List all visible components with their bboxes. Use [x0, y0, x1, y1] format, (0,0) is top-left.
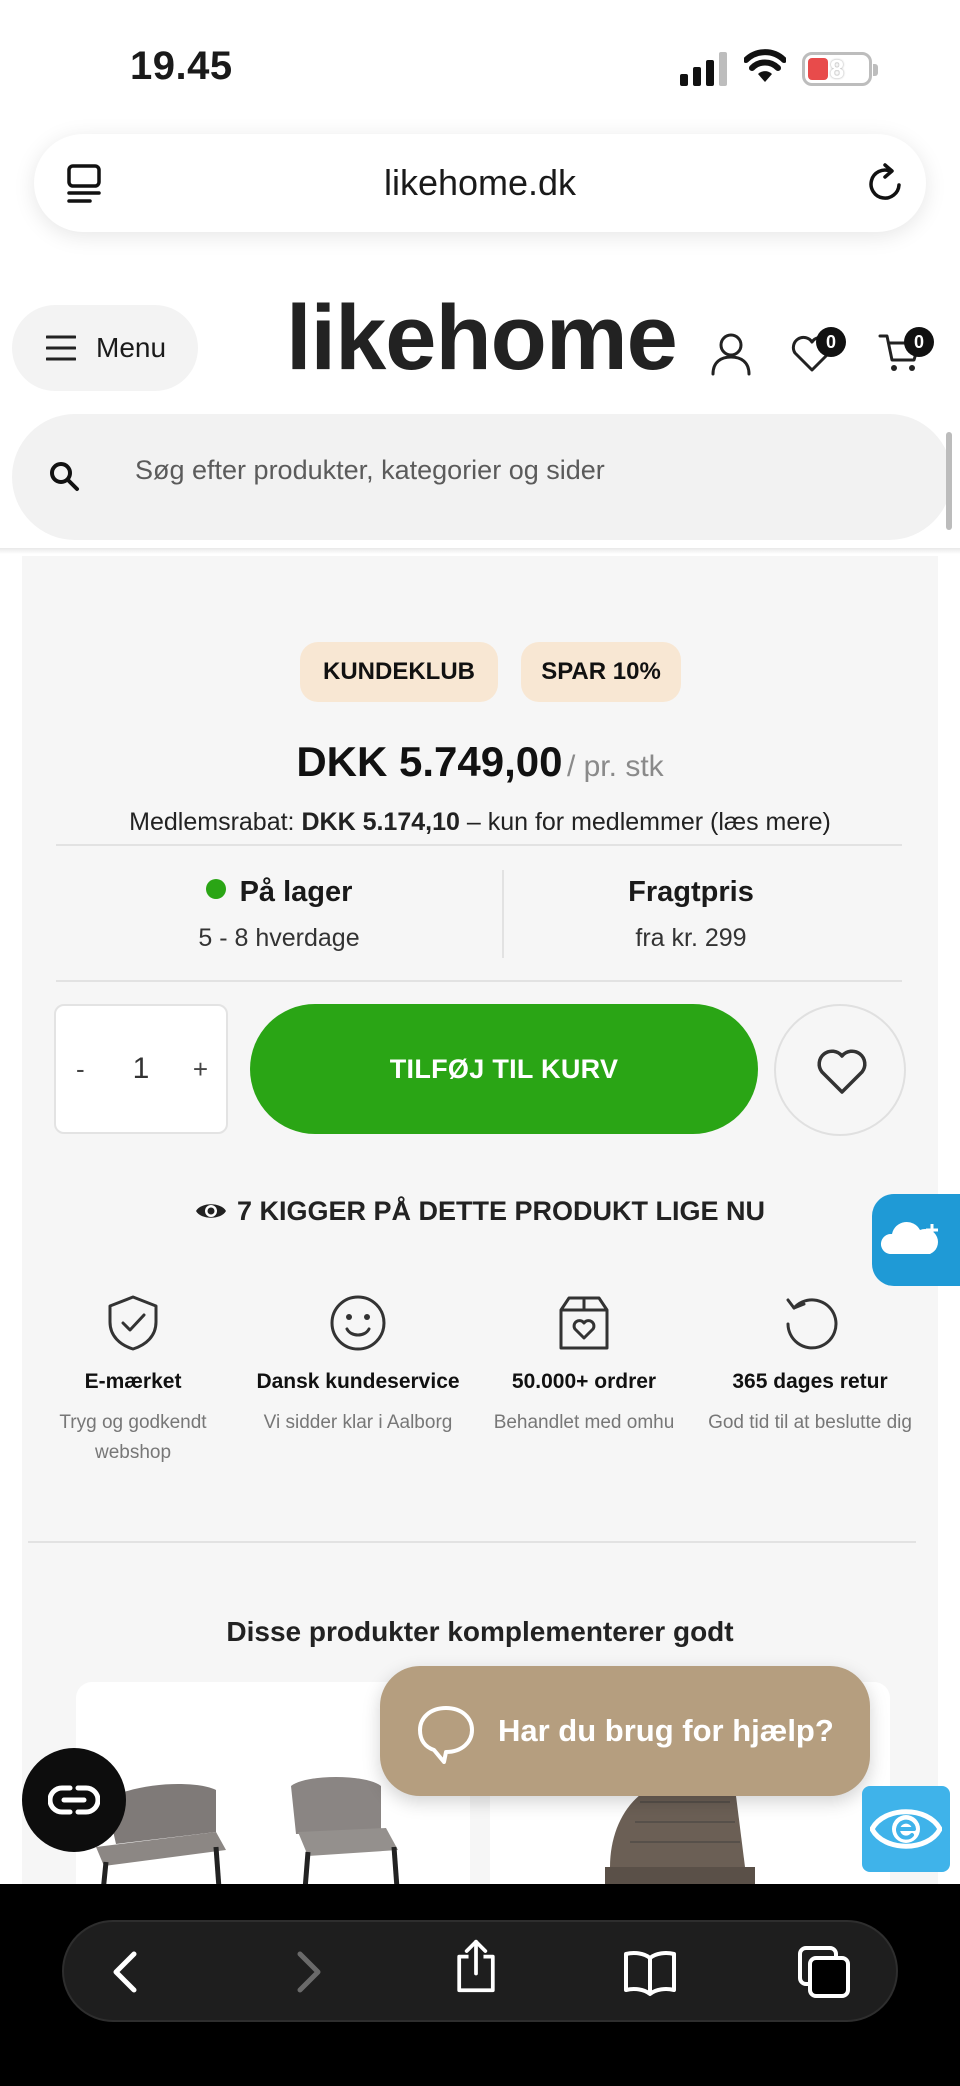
price-row: DKK 5.749,00 / pr. stk	[0, 738, 960, 786]
quantity-stepper[interactable]: - 1 +	[54, 1004, 228, 1134]
reload-icon[interactable]	[866, 162, 906, 204]
divider	[56, 844, 902, 846]
quantity-increase-button[interactable]: +	[193, 1006, 208, 1132]
usp-subtitle: Vi sidder klar i Aalborg	[263, 1412, 453, 1433]
stock-label: På lager	[239, 876, 353, 908]
freight-label: Fragtpris	[628, 876, 754, 908]
cart-count-badge: 0	[904, 327, 934, 357]
member-discount[interactable]: Medlemsrabat: DKK 5.174,10 – kun for med…	[0, 808, 960, 837]
usp-e-maerket: E-mærket Tryg og godkendt webshop	[20, 1294, 246, 1468]
search-icon[interactable]	[48, 460, 80, 492]
help-chat-button[interactable]: Har du brug for hjælp?	[380, 1666, 870, 1796]
battery-level: 8	[829, 54, 845, 84]
heart-icon	[817, 1049, 867, 1094]
member-price: DKK 5.174,10	[301, 808, 460, 836]
freight-value: fra kr. 299	[635, 924, 747, 952]
eye-accessibility-icon	[870, 1809, 942, 1849]
signal-icon	[680, 52, 727, 86]
live-viewers: 7 KIGGER PÅ DETTE PRODUKT LIGE NU	[0, 1196, 960, 1227]
back-icon[interactable]	[100, 1944, 156, 2000]
usp-subtitle: Tryg og godkendt webshop	[59, 1412, 207, 1463]
page-menu-icon[interactable]	[66, 164, 102, 204]
member-prefix: Medlemsrabat:	[129, 808, 295, 836]
return-arrow-icon	[786, 1298, 838, 1350]
badge-discount: SPAR 10%	[521, 642, 681, 702]
tabs-icon[interactable]	[796, 1944, 852, 2000]
menu-label: Menu	[96, 332, 167, 363]
usp-subtitle: God tid til at beslutte dig	[708, 1412, 912, 1433]
box-heart-icon	[559, 1296, 609, 1350]
account-icon[interactable]	[710, 332, 752, 376]
usp-retur: 365 dages retur God tid til at beslutte …	[697, 1294, 923, 1438]
status-time: 19.45	[130, 44, 233, 88]
usp-subtitle: Behandlet med omhu	[493, 1412, 675, 1433]
usp-title: 365 dages retur	[732, 1370, 888, 1393]
wifi-icon	[744, 49, 786, 82]
delivery-time: 5 - 8 hverdage	[198, 924, 360, 952]
scrollbar[interactable]	[946, 432, 952, 530]
add-to-cart-button[interactable]: TILFØJ TIL KURV	[250, 1004, 758, 1134]
in-stock-dot-icon	[205, 879, 226, 899]
share-icon[interactable]	[448, 1938, 504, 1994]
site-logo[interactable]: likehome	[286, 286, 678, 391]
smiley-icon	[330, 1295, 386, 1351]
help-label: Har du brug for hjælp?	[498, 1713, 834, 1748]
member-suffix-link[interactable]: – kun for medlemmer (læs mere)	[467, 808, 831, 836]
usp-kundeservice: Dansk kundeservice Vi sidder klar i Aalb…	[245, 1294, 471, 1438]
product-price: DKK 5.749,00	[296, 738, 563, 785]
wishlist-count-badge: 0	[816, 327, 846, 357]
forward-icon[interactable]	[278, 1944, 334, 2000]
complements-heading: Disse produkter komplementerer godt	[226, 1616, 734, 1647]
menu-button[interactable]: Menu	[12, 305, 198, 391]
battery-icon: 8	[802, 52, 878, 86]
divider	[28, 1541, 916, 1543]
stock-status: På lager	[56, 876, 502, 909]
viewers-text: 7 KIGGER PÅ DETTE PRODUKT LIGE NU	[236, 1196, 766, 1226]
header-divider	[0, 548, 960, 554]
cloud-plus-icon	[880, 1221, 938, 1254]
search-input[interactable]: Søg efter produkter, kategorier og sider	[135, 455, 605, 486]
usp-title: Dansk kundeservice	[256, 1370, 460, 1393]
address-bar[interactable]: likehome.dk	[34, 134, 926, 232]
url-text[interactable]: likehome.dk	[34, 134, 926, 232]
chat-bubble-icon	[418, 1706, 474, 1764]
price-unit: / pr. stk	[566, 750, 664, 783]
eye-icon	[195, 1204, 226, 1218]
usp-ordrer: 50.000+ ordrer Behandlet med omhu	[471, 1294, 697, 1438]
hamburger-icon	[46, 335, 76, 361]
link-icon	[48, 1785, 100, 1815]
usp-title: 50.000+ ordrer	[511, 1370, 657, 1393]
cloud-save-button[interactable]	[872, 1194, 960, 1286]
badge-kundeklub: KUNDEKLUB	[300, 642, 498, 702]
usp-title: E-mærket	[84, 1370, 182, 1393]
shield-check-icon	[108, 1295, 158, 1351]
loyalty-button[interactable]	[22, 1748, 126, 1852]
divider	[56, 980, 902, 982]
add-to-wishlist-button[interactable]	[774, 1004, 906, 1136]
accessibility-button[interactable]	[862, 1786, 950, 1872]
bookmarks-icon[interactable]	[622, 1944, 678, 2000]
